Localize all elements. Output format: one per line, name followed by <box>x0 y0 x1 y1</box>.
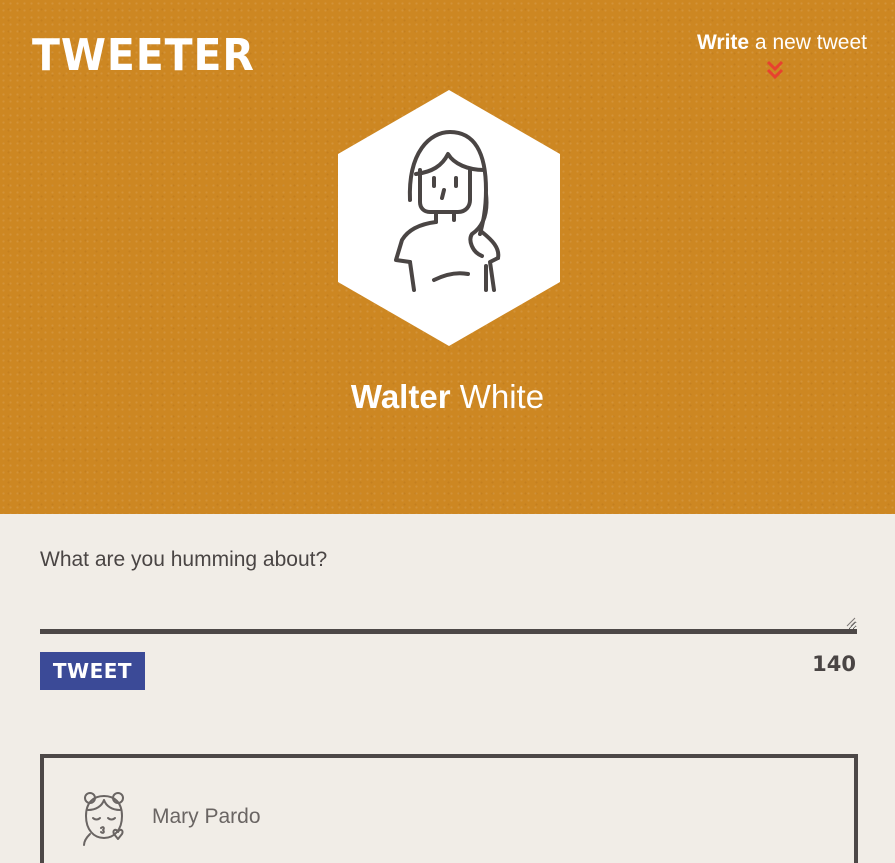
double-chevron-down-icon[interactable] <box>766 60 784 80</box>
user-last-name: White <box>459 378 545 415</box>
char-counter: 140 <box>812 652 856 676</box>
user-name: Walter White <box>0 380 895 413</box>
write-new-tweet-link[interactable]: Write a new tweet <box>697 32 867 53</box>
user-avatar-icon <box>338 90 560 346</box>
write-link-strong: Write <box>696 31 750 54</box>
tweet-button[interactable]: TWEET <box>40 652 145 690</box>
tweet-author-name[interactable]: Mary Pardo <box>152 806 261 827</box>
textarea-underline <box>40 629 857 634</box>
resize-handle-icon[interactable] <box>846 617 856 627</box>
profile-header: TWEETER Write a new tweet Walter White <box>0 0 895 514</box>
user-first-name: Walter <box>350 378 451 415</box>
compose-prompt: What are you humming about? <box>40 548 328 571</box>
tweet-card: Mary Pardo <box>40 754 858 863</box>
write-link-rest: a new tweet <box>749 31 867 54</box>
logo[interactable]: TWEETER <box>32 34 255 78</box>
girl-avatar-icon <box>83 792 124 846</box>
tweet-textarea[interactable] <box>40 575 857 630</box>
